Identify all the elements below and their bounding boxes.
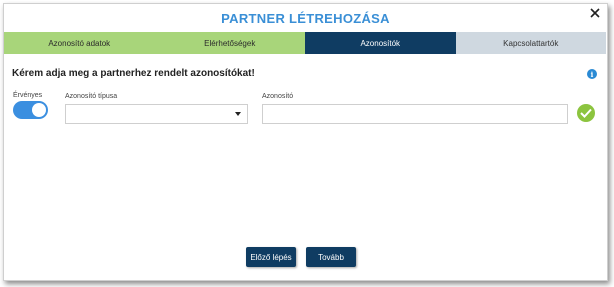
valid-toggle[interactable]: [13, 101, 48, 119]
close-icon[interactable]: [588, 6, 602, 20]
tab-contacts[interactable]: Elérhetőségek: [154, 32, 305, 54]
identifier-type-label: Azonosító típusa: [65, 93, 118, 100]
dialog-title: PARTNER LÉTREHOZÁSA: [221, 11, 390, 26]
tab-identification-data[interactable]: Azonosító adatok: [4, 32, 155, 54]
previous-step-button[interactable]: Előző lépés: [246, 247, 296, 267]
identifier-input[interactable]: [262, 104, 568, 124]
chevron-down-icon: [235, 112, 241, 116]
info-icon[interactable]: i: [587, 69, 597, 79]
partner-create-dialog: PARTNER LÉTREHOZÁSA Azonosító adatok Elé…: [3, 3, 608, 281]
check-icon[interactable]: [577, 104, 595, 122]
tab-contact-persons[interactable]: Kapcsolattartók: [455, 32, 606, 54]
tab-identifiers[interactable]: Azonosítók: [305, 32, 456, 54]
identifier-label: Azonosító: [262, 93, 294, 100]
toggle-knob: [32, 103, 46, 117]
wizard-steps: Azonosító adatok Elérhetőségek Azonosító…: [4, 32, 606, 54]
next-button[interactable]: Tovább: [306, 247, 356, 267]
valid-label: Érvényes: [13, 92, 43, 99]
identifier-type-select[interactable]: [65, 104, 248, 124]
form-heading: Kérem adja meg a partnerhez rendelt azon…: [12, 68, 255, 79]
